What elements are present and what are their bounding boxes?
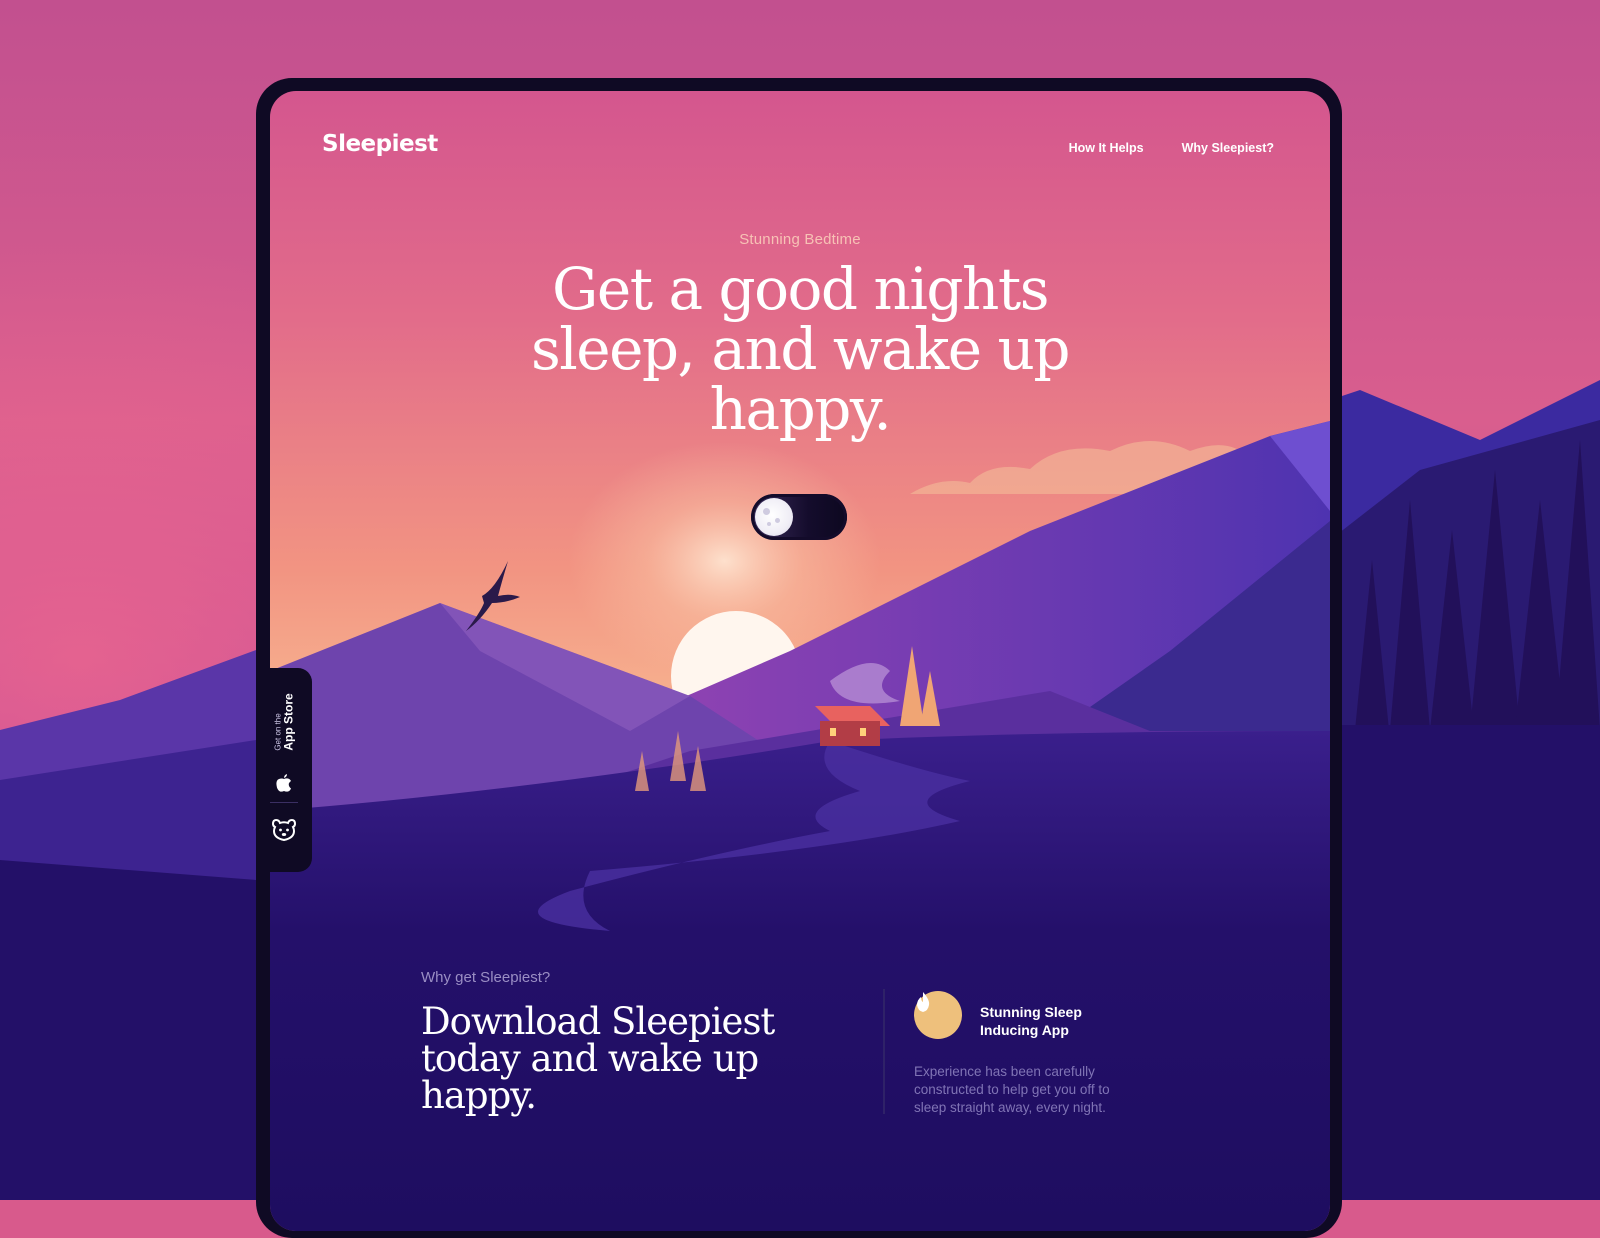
feature-desc-line: constructed to help get you off to (914, 1082, 1110, 1097)
feature-title: Stunning Sleep Inducing App (980, 1003, 1120, 1039)
logo[interactable]: Sleepiest (322, 131, 438, 157)
feature-title-line: Stunning Sleep (980, 1004, 1082, 1020)
app-store-button[interactable]: Get on the App Store (268, 682, 300, 792)
feature-title-line: Inducing App (980, 1022, 1069, 1038)
headline-line: Get a good nights (552, 255, 1049, 323)
bear-icon[interactable] (270, 816, 298, 844)
moon-icon (755, 498, 793, 536)
hero-screen: Sleepiest How It Helps Why Sleepiest? St… (270, 91, 1330, 1231)
hero-headline: Get a good nights sleep, and wake up hap… (500, 259, 1100, 439)
vertical-divider (883, 989, 885, 1114)
app-store-label: Get on the App Store (274, 693, 296, 751)
side-app-bar: Get on the App Store (256, 668, 312, 872)
why-eyebrow: Why get Sleepiest? (421, 969, 551, 986)
main-nav: How It Helps Why Sleepiest? (1069, 141, 1274, 155)
app-store-big-text: App Store (281, 693, 296, 751)
night-mode-toggle[interactable] (751, 494, 847, 540)
headline-line: sleep, and wake up (530, 315, 1071, 383)
headline-line: happy. (709, 375, 892, 443)
nav-why-sleepiest[interactable]: Why Sleepiest? (1182, 141, 1274, 155)
flame-icon (914, 991, 962, 1039)
why-title: Download Sleepiest today and wake up hap… (421, 1003, 801, 1114)
feature-desc-line: Experience has been carefully (914, 1064, 1095, 1079)
nav-how-it-helps[interactable]: How It Helps (1069, 141, 1144, 155)
hero-eyebrow: Stunning Bedtime (739, 231, 861, 248)
apple-icon (276, 774, 291, 792)
feature-desc-line: sleep straight away, every night. (914, 1100, 1106, 1115)
why-title-line: happy. (421, 1074, 537, 1117)
app-bar-divider (270, 802, 298, 803)
feature-description: Experience has been carefully constructe… (914, 1063, 1154, 1117)
